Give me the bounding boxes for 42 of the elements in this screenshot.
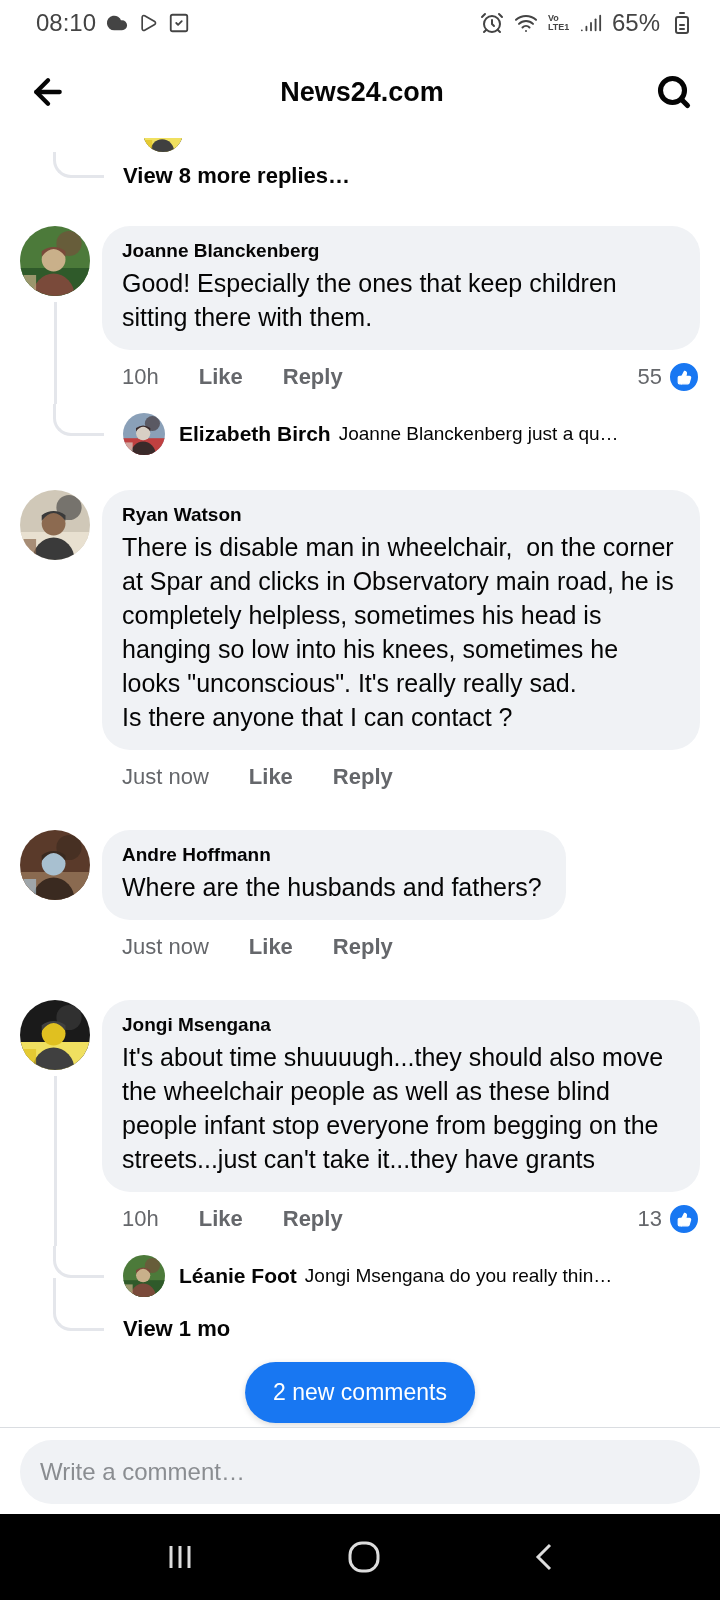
signal-icon [579,12,602,34]
reply-button[interactable]: Reply [332,764,393,790]
comment-input[interactable]: Write a comment… [20,1440,700,1504]
commenter-name[interactable]: Andre Hoffmann [122,844,542,866]
reply-button[interactable]: Reply [332,934,393,960]
page-title: News24.com [280,76,444,108]
comment-time: Just now [122,934,209,960]
like-button[interactable]: Like [198,1206,243,1232]
reply-button[interactable]: Reply [282,1206,343,1232]
comment-time: 10h [122,1206,159,1232]
reply-author[interactable]: Elizabeth Birch [179,422,331,446]
thread-connector [53,152,104,178]
commenter-name[interactable]: Joanne Blanckenberg [122,240,676,262]
reply-preview: Joanne Blanckenberg just a qu… [338,423,619,445]
status-time: 08:10 [36,9,97,37]
new-comments-button[interactable]: 2 new comments [245,1362,475,1423]
search-button[interactable] [656,74,692,110]
like-button[interactable]: Like [248,934,293,960]
battery-percent: 65% [611,9,660,37]
network-label: Vo LTE1 [547,14,570,32]
comment-time: Just now [122,764,209,790]
comment-text: Where are the husbands and fathers? [122,872,542,903]
comment-text: It's about time shuuuugh...they should also move the wheelchair people as well as these blind people infant stop everyone from begging on the streets...just can't take it...they have grants [122,1042,665,1175]
reply-preview: Jongi Msengana do you really thin… [304,1265,613,1287]
comment-text: There is disable man in wheelchair, on the corner at Spar and clicks in Observatory main road, he is completely helpless, sometimes his head is hanging so low into his knees, sometimes he looks "unconscious". It's really really sad. Is there anyone that I can contact ? [122,532,675,733]
reply-button[interactable]: Reply [282,364,343,390]
view-more-replies-link[interactable]: View 8 more replies… [123,163,351,189]
reply-author[interactable]: Léanie Foot [179,1264,297,1288]
like-button[interactable]: Like [248,764,293,790]
alarm-icon [479,11,504,35]
play-icon [138,13,159,33]
reaction-count: 13 [637,1206,662,1232]
commenter-name[interactable]: Jongi Msengana [122,1014,676,1036]
back-nav-icon[interactable] [533,1542,554,1572]
commenter-name[interactable]: Ryan Watson [122,504,676,526]
comment-time: 10h [122,364,159,390]
home-icon[interactable] [347,1540,381,1574]
comment-text: Good! Especially the ones that keep children sitting there with them. [122,268,618,333]
reaction-count: 55 [637,364,662,390]
view-more-replies-link[interactable]: View 1 mo [123,1316,231,1342]
checkbox-icon [168,12,191,34]
like-button[interactable]: Like [198,364,243,390]
